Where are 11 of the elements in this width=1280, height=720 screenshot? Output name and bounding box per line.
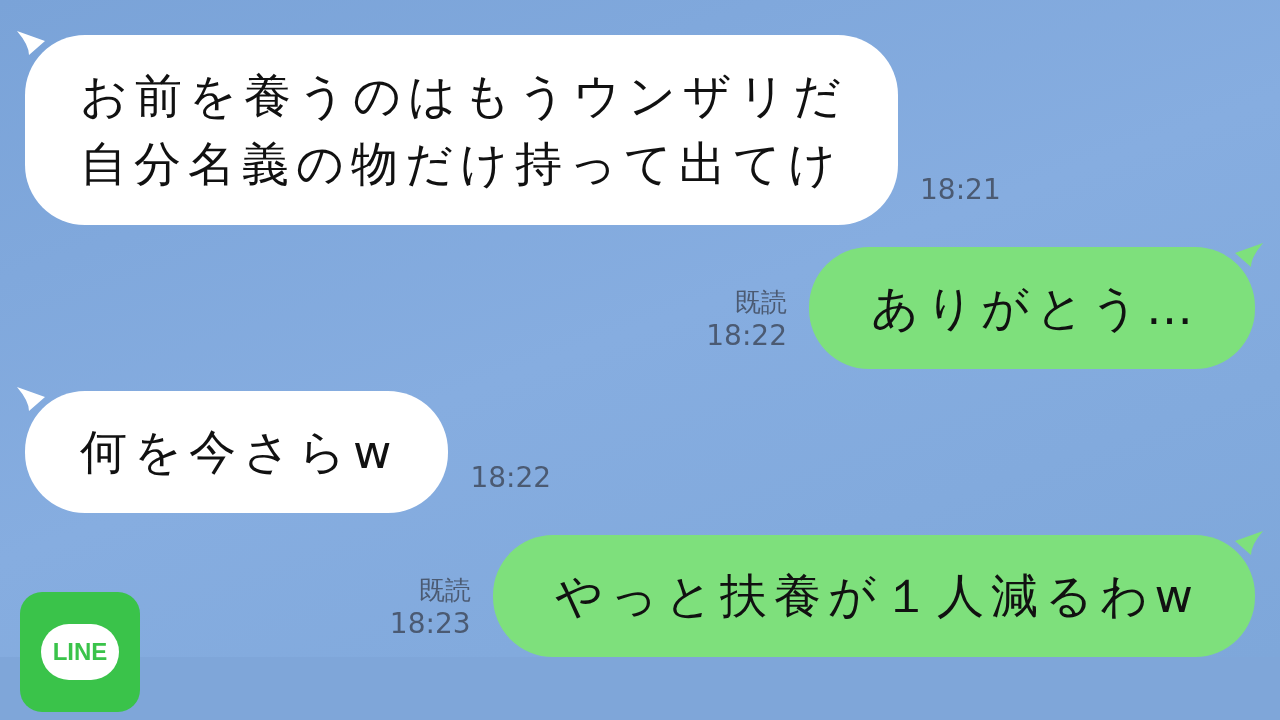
bubble-tail [1235, 531, 1265, 555]
message-time: 18:21 [920, 173, 1001, 207]
app-logo: LINE [20, 592, 140, 712]
bubble-tail [1235, 243, 1265, 267]
read-label: 既読 [418, 574, 471, 607]
bubble-tail [15, 31, 45, 55]
message-time: 18:23 [389, 607, 471, 641]
message-time: 18:22 [470, 461, 552, 495]
read-label: 既読 [735, 286, 787, 319]
message-time: 18:22 [706, 319, 787, 353]
bubble-tail [15, 387, 45, 411]
